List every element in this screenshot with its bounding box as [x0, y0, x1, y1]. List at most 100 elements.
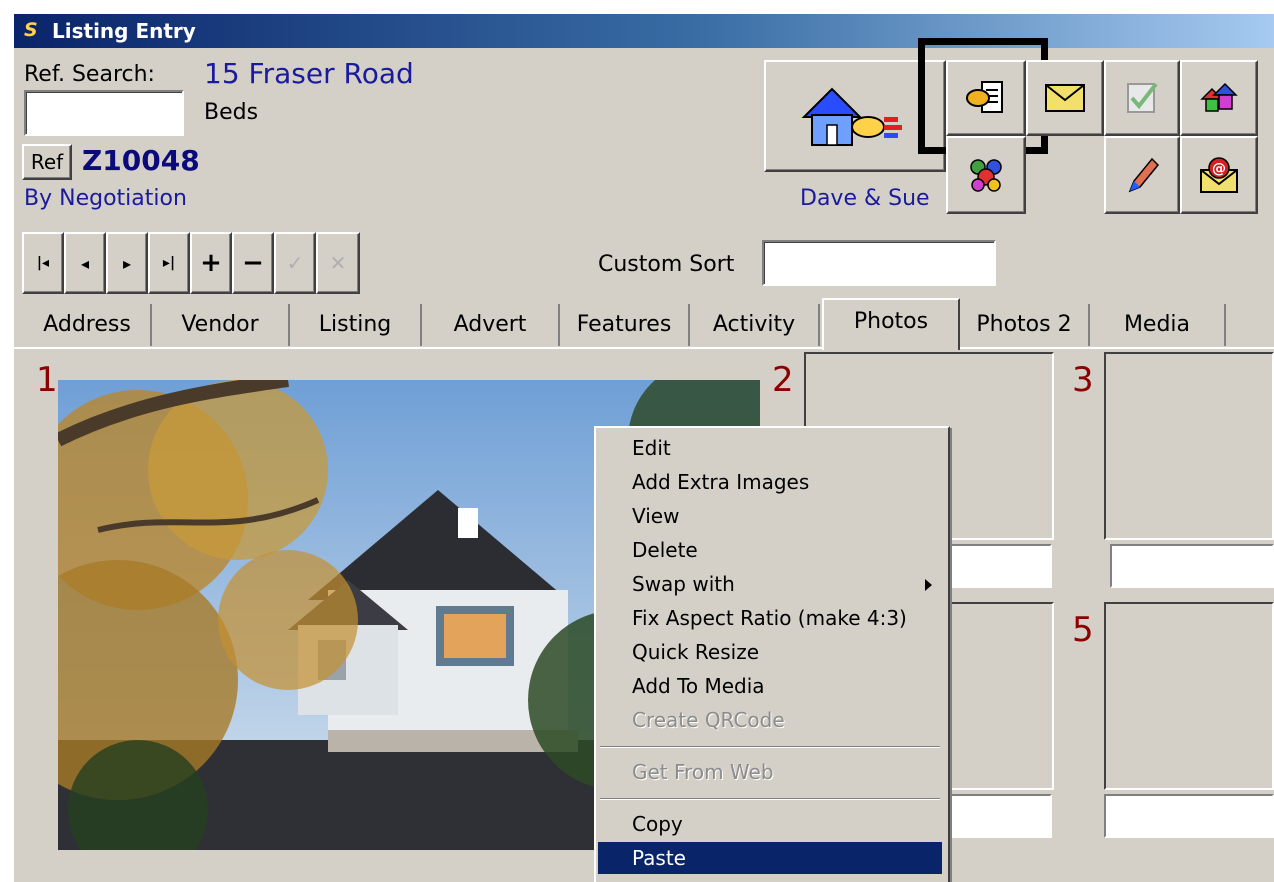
tab-photos[interactable]: Photos [822, 298, 960, 350]
tab-features-label: Features [576, 312, 672, 337]
menu-item-add-extra-images-label: Add Extra Images [632, 470, 810, 494]
photo-3-slot[interactable] [1104, 352, 1274, 540]
tab-panel-border [14, 347, 1274, 349]
tab-vendor-label: Vendor [181, 312, 259, 337]
menu-separator [600, 798, 940, 800]
houses-button[interactable] [1180, 60, 1258, 136]
custom-sort-label: Custom Sort [598, 252, 735, 277]
tab-photos-2-label: Photos 2 [976, 312, 1072, 337]
title-bar[interactable]: S Listing Entry [14, 14, 1274, 48]
ref-code: Z10048 [82, 144, 200, 177]
menu-item-create-qrcode-label: Create QRCode [632, 708, 785, 732]
menu-item-swap-with[interactable]: Swap with [598, 568, 942, 600]
prev-record-icon: ◂ [80, 253, 90, 273]
tab-photos-label: Photos [853, 309, 929, 334]
pen-button[interactable] [1104, 136, 1180, 214]
people-group-button[interactable] [946, 136, 1026, 214]
delete-record-button[interactable]: − [232, 232, 274, 294]
email-at-button[interactable]: @ [1180, 136, 1258, 214]
menu-item-copy-label: Copy [632, 812, 683, 836]
ref-search-label: Ref. Search: [24, 62, 155, 87]
prev-record-button[interactable]: ◂ [64, 232, 106, 294]
menu-item-create-qrcode[interactable]: Create QRCode [598, 704, 942, 736]
ref-button-label: Ref [30, 150, 64, 174]
tab-features[interactable]: Features [560, 304, 690, 346]
window-title: Listing Entry [52, 19, 196, 43]
cancel-record-button[interactable]: ✕ [316, 232, 360, 294]
people-group-icon [970, 159, 1002, 192]
tab-advert-label: Advert [453, 312, 527, 337]
listing-entry-window: S Listing Entry Ref. Search: 15 Fraser R… [14, 14, 1274, 882]
add-record-button[interactable]: + [190, 232, 232, 294]
first-record-icon: |◂ [36, 255, 50, 271]
menu-item-fix-aspect-ratio-label: Fix Aspect Ratio (make 4:3) [632, 606, 907, 630]
photo-5-slot[interactable] [1104, 602, 1274, 790]
menu-item-edit-label: Edit [632, 436, 671, 460]
menu-item-paste-label: Paste [632, 846, 686, 870]
post-record-button[interactable]: ✓ [274, 232, 316, 294]
context-menu: Edit Add Extra Images View Delete Swap w… [594, 426, 950, 882]
menu-item-fix-aspect-ratio[interactable]: Fix Aspect Ratio (make 4:3) [598, 602, 942, 634]
tab-photos-2[interactable]: Photos 2 [960, 304, 1090, 346]
last-record-button[interactable]: ▸| [148, 232, 190, 294]
menu-item-delete-label: Delete [632, 538, 698, 562]
menu-item-get-from-web[interactable]: Get From Web [598, 756, 942, 788]
custom-sort-input[interactable] [762, 240, 996, 286]
pen-icon [1128, 157, 1160, 193]
ref-search-input[interactable] [24, 90, 184, 136]
price-text: By Negotiation [24, 186, 187, 211]
last-record-icon: ▸| [162, 255, 176, 271]
menu-item-delete[interactable]: Delete [598, 534, 942, 566]
menu-item-copy[interactable]: Copy [598, 808, 942, 840]
tab-media-label: Media [1123, 312, 1191, 337]
menu-item-quick-resize[interactable]: Quick Resize [598, 636, 942, 668]
next-record-icon: ▸ [122, 253, 132, 273]
first-record-button[interactable]: |◂ [22, 232, 64, 294]
photo-3-number: 3 [1072, 360, 1094, 400]
submenu-arrow-icon [925, 579, 932, 591]
tab-listing[interactable]: Listing [290, 304, 422, 346]
menu-item-view-label: View [632, 504, 680, 528]
tab-address-label: Address [43, 312, 131, 337]
menu-item-view[interactable]: View [598, 500, 942, 532]
minus-icon: − [242, 248, 264, 278]
tab-advert[interactable]: Advert [422, 304, 560, 346]
cancel-x-icon: ✕ [329, 251, 347, 275]
tab-activity[interactable]: Activity [690, 304, 820, 346]
next-record-button[interactable]: ▸ [106, 232, 148, 294]
houses-icon [1200, 82, 1238, 112]
menu-item-edit[interactable]: Edit [598, 432, 942, 464]
photo-5-number: 5 [1072, 610, 1094, 650]
envelope-button[interactable] [1026, 60, 1104, 136]
tab-media[interactable]: Media [1090, 304, 1226, 346]
app-logo-icon: S [24, 19, 38, 41]
photo-3-caption-input[interactable] [1110, 544, 1274, 588]
tab-vendor[interactable]: Vendor [152, 304, 290, 346]
menu-item-add-to-media[interactable]: Add To Media [598, 670, 942, 702]
todo-button[interactable] [1104, 60, 1180, 136]
menu-item-add-to-media-label: Add To Media [632, 674, 765, 698]
envelope-icon [1045, 84, 1085, 112]
tab-address[interactable]: Address [24, 304, 152, 346]
house-pointer-icon [801, 87, 902, 146]
menu-item-swap-with-label: Swap with [632, 572, 735, 596]
tab-listing-label: Listing [318, 312, 392, 337]
agents-text: Dave & Sue [800, 186, 930, 211]
svg-text:@: @ [1212, 161, 1226, 177]
todo-check-icon [1127, 82, 1158, 113]
ref-button[interactable]: Ref [22, 144, 72, 180]
check-icon: ✓ [286, 251, 304, 275]
menu-item-quick-resize-label: Quick Resize [632, 640, 759, 664]
menu-item-paste[interactable]: Paste [598, 842, 942, 874]
menu-separator [600, 746, 940, 748]
photo-1-number: 1 [36, 360, 58, 400]
tab-activity-label: Activity [712, 312, 796, 337]
photo-5-caption-input[interactable] [1104, 794, 1274, 838]
menu-item-get-from-web-label: Get From Web [632, 760, 774, 784]
email-at-icon: @ [1200, 157, 1238, 193]
listing-address: 15 Fraser Road [204, 57, 414, 90]
photo-2-number: 2 [772, 360, 794, 400]
menu-item-add-extra-images[interactable]: Add Extra Images [598, 466, 942, 498]
beds-label: Beds [204, 100, 259, 125]
plus-icon: + [200, 248, 222, 278]
